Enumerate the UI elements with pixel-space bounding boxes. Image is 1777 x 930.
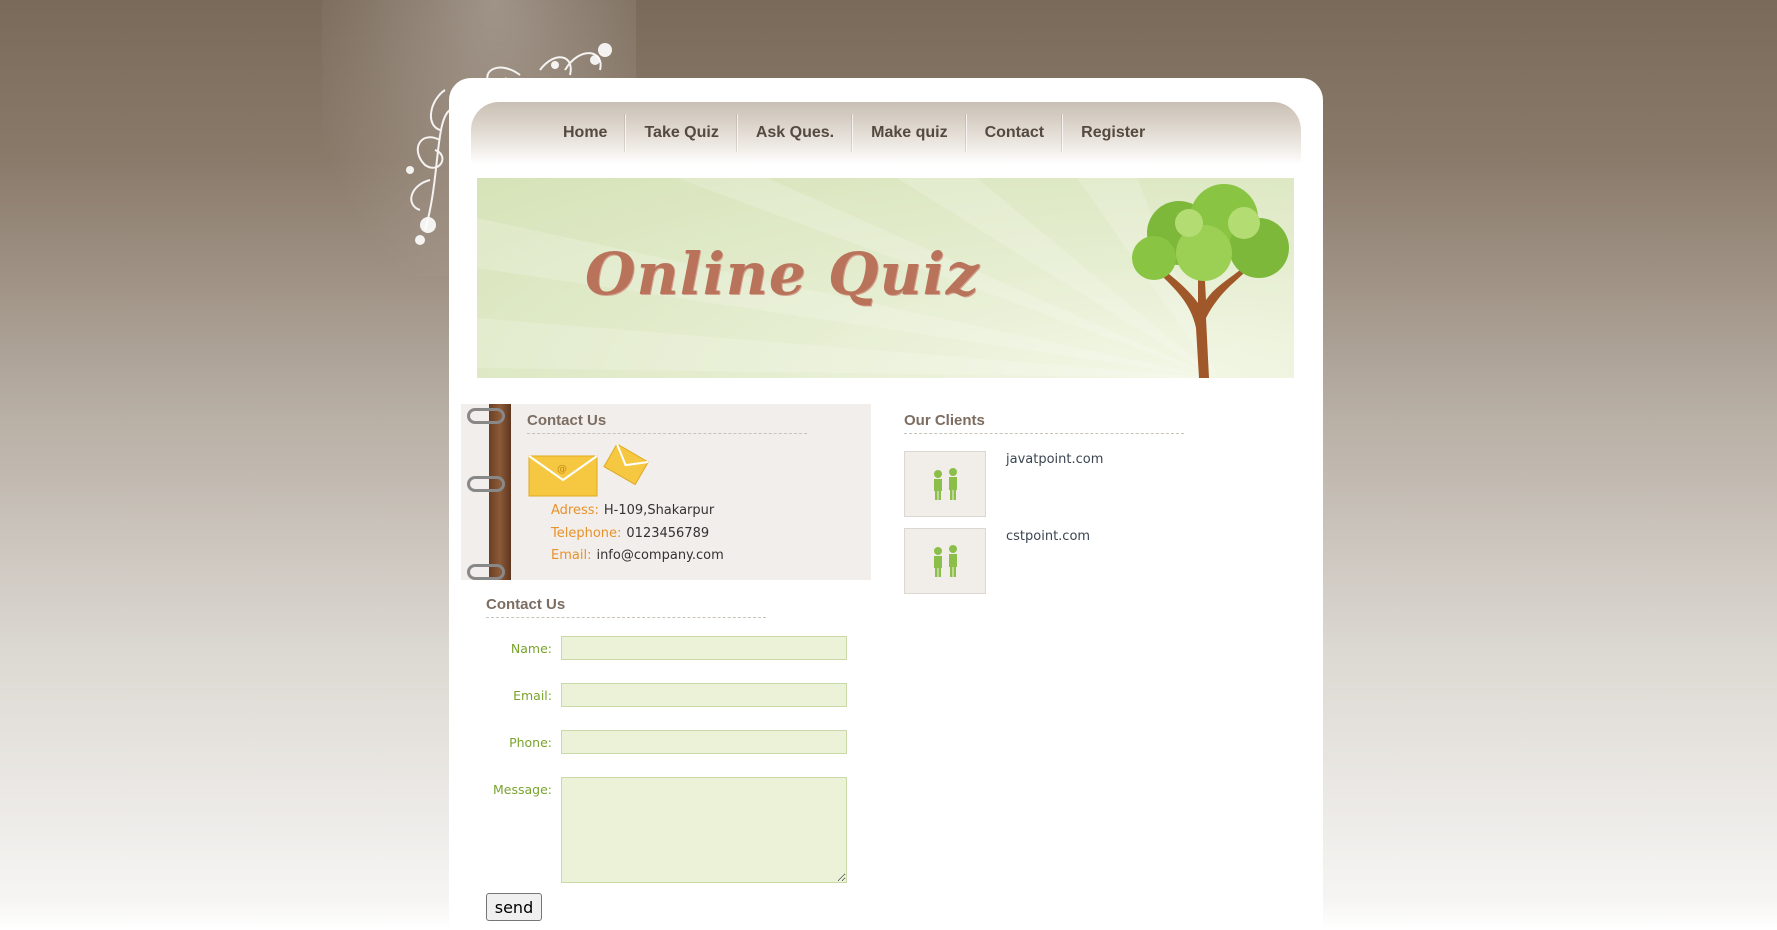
telephone-line: Telephone: 0123456789 [551, 526, 709, 541]
people-icon [934, 468, 957, 500]
nav-home[interactable]: Home [545, 114, 625, 152]
nav-contact[interactable]: Contact [965, 114, 1063, 152]
people-icon [934, 545, 957, 577]
clients-heading: Our Clients [904, 412, 1184, 434]
name-input[interactable] [561, 636, 847, 660]
message-input[interactable] [561, 777, 847, 883]
contact-info-heading: Contact Us [527, 412, 807, 434]
address-line: Adress: H-109,Shakarpur [551, 503, 714, 518]
envelope-icon: @ [528, 444, 649, 497]
address-label: Adress: [551, 503, 599, 518]
notebook-ring [467, 476, 505, 492]
telephone-value: 0123456789 [626, 526, 710, 541]
telephone-label: Telephone: [551, 526, 622, 541]
email-input[interactable] [561, 683, 847, 707]
email-line: Email: info@company.com [551, 548, 724, 563]
send-button[interactable]: send [486, 893, 542, 921]
contact-form-heading: Contact Us [486, 596, 766, 618]
svg-text:@: @ [557, 464, 567, 475]
email-value: info@company.com [596, 548, 724, 563]
notebook-ring [467, 408, 505, 424]
notebook-spine [489, 404, 511, 580]
email-field-label: Email: [513, 688, 552, 703]
phone-label: Phone: [509, 735, 552, 750]
nav-ask-ques[interactable]: Ask Ques. [736, 114, 852, 152]
contact-info-box: Contact Us @ Adress: H-109,Shakarpur Tele… [461, 404, 871, 580]
notebook-ring [467, 564, 505, 580]
header-banner: Online Quiz [477, 178, 1294, 378]
nav-bar: Home Take Quiz Ask Ques. Make quiz Conta… [471, 102, 1301, 164]
address-value: H-109,Shakarpur [603, 503, 715, 518]
client-thumbnail [904, 451, 986, 517]
name-label: Name: [510, 641, 552, 656]
message-label: Message: [493, 782, 552, 797]
phone-input[interactable] [561, 730, 847, 754]
banner-title: Online Quiz [585, 240, 980, 308]
tree-icon [1132, 184, 1289, 378]
nav-take-quiz[interactable]: Take Quiz [625, 114, 736, 152]
nav-make-quiz[interactable]: Make quiz [852, 114, 965, 152]
client-link-javatpoint[interactable]: javatpoint.com [1006, 452, 1103, 467]
nav-register[interactable]: Register [1062, 114, 1163, 152]
client-thumbnail [904, 528, 986, 594]
main-container: Home Take Quiz Ask Ques. Make quiz Conta… [449, 78, 1323, 930]
email-label: Email: [551, 548, 592, 563]
client-link-cstpoint[interactable]: cstpoint.com [1006, 529, 1090, 544]
